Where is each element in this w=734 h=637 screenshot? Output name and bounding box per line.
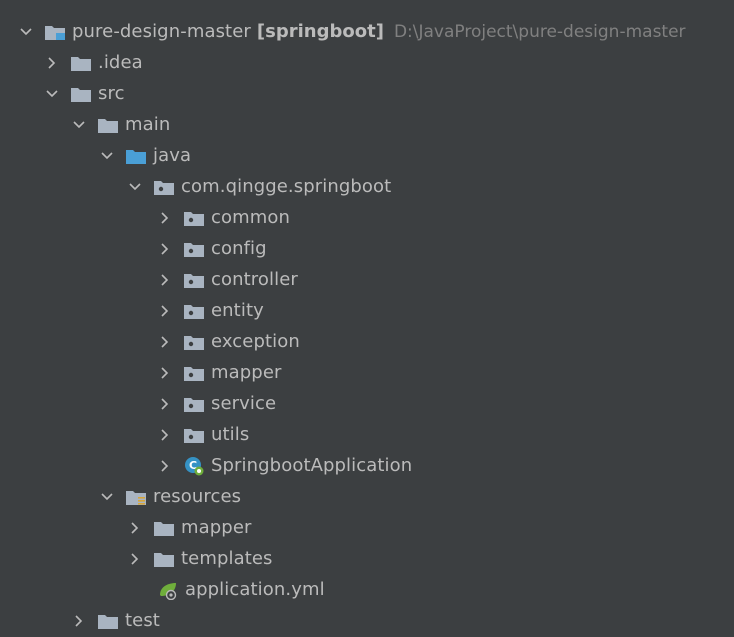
- chevron-right-icon[interactable]: [157, 334, 173, 350]
- tree-row-resources[interactable]: resources: [99, 481, 241, 512]
- chevron-down-icon[interactable]: [71, 117, 87, 133]
- tree-row-templates[interactable]: templates: [127, 543, 273, 574]
- tree-label: test: [125, 610, 160, 631]
- package-icon: [183, 333, 205, 351]
- tree-row-application-yml[interactable]: application.yml: [131, 574, 325, 605]
- tree-label: resources: [153, 486, 242, 507]
- tree-row-test[interactable]: test: [71, 605, 160, 636]
- tree-label: src: [98, 83, 125, 104]
- chevron-right-icon[interactable]: [157, 427, 173, 443]
- tree-label: mapper: [181, 517, 252, 538]
- chevron-right-icon[interactable]: [127, 551, 143, 567]
- tree-label: .idea: [98, 52, 143, 73]
- package-icon: [153, 178, 175, 196]
- tree-row-controller[interactable]: controller: [157, 264, 298, 295]
- tree-row-springboot-application[interactable]: C SpringbootApplication: [157, 450, 412, 481]
- chevron-right-icon[interactable]: [157, 303, 173, 319]
- chevron-right-icon[interactable]: [157, 210, 173, 226]
- folder-icon: [153, 519, 175, 537]
- package-icon: [183, 209, 205, 227]
- chevron-right-icon[interactable]: [44, 55, 60, 71]
- tree-row-src[interactable]: src: [44, 78, 125, 109]
- folder-icon: [153, 550, 175, 568]
- tree-row-service[interactable]: service: [157, 388, 276, 419]
- tree-label: mapper: [211, 362, 282, 383]
- tree-label: main: [125, 114, 171, 135]
- tree-row-utils[interactable]: utils: [157, 419, 249, 450]
- package-icon: [183, 426, 205, 444]
- tree-row-entity[interactable]: entity: [157, 295, 264, 326]
- chevron-right-icon[interactable]: [127, 520, 143, 536]
- package-icon: [183, 240, 205, 258]
- tree-label: application.yml: [185, 579, 325, 600]
- folder-icon: [97, 116, 119, 134]
- source-folder-icon: [125, 147, 147, 165]
- tree-row-mapper-package[interactable]: mapper: [157, 357, 282, 388]
- root-path: D:\JavaProject\pure-design-master: [393, 21, 686, 42]
- tree-label: common: [211, 207, 290, 228]
- spring-class-icon: C: [183, 456, 205, 475]
- resources-folder-icon: [125, 488, 147, 506]
- chevron-down-icon[interactable]: [18, 24, 34, 40]
- chevron-right-icon[interactable]: [157, 272, 173, 288]
- tree-row-idea[interactable]: .idea: [44, 47, 143, 78]
- chevron-down-icon[interactable]: [99, 489, 115, 505]
- package-icon: [183, 302, 205, 320]
- tree-label: utils: [211, 424, 250, 445]
- tree-row-config[interactable]: config: [157, 233, 267, 264]
- package-icon: [183, 271, 205, 289]
- package-icon: [183, 395, 205, 413]
- chevron-down-icon[interactable]: [99, 148, 115, 164]
- chevron-down-icon[interactable]: [44, 86, 60, 102]
- chevron-right-icon[interactable]: [157, 458, 173, 474]
- tree-label: com.qingge.springboot: [181, 176, 392, 197]
- tree-row-root[interactable]: pure-design-master [springboot] D:\JavaP…: [18, 16, 686, 47]
- tree-label: exception: [211, 331, 300, 352]
- tree-row-java[interactable]: java: [99, 140, 191, 171]
- tree-row-common[interactable]: common: [157, 202, 290, 233]
- chevron-right-icon[interactable]: [157, 365, 173, 381]
- project-tree: pure-design-master [springboot] D:\JavaP…: [0, 0, 734, 637]
- chevron-down-icon[interactable]: [127, 179, 143, 195]
- tree-row-package-root[interactable]: com.qingge.springboot: [127, 171, 391, 202]
- chevron-right-icon[interactable]: [71, 613, 87, 629]
- tree-label: config: [211, 238, 267, 259]
- root-name: pure-design-master: [72, 21, 251, 42]
- folder-icon: [70, 54, 92, 72]
- folder-icon: [97, 612, 119, 630]
- spring-config-file-icon: [157, 581, 179, 600]
- package-icon: [183, 364, 205, 382]
- tree-label: entity: [211, 300, 264, 321]
- tree-label: SpringbootApplication: [211, 455, 413, 476]
- tree-label: templates: [181, 548, 273, 569]
- tree-row-mapper-resources[interactable]: mapper: [127, 512, 252, 543]
- tree-label: service: [211, 393, 277, 414]
- module-folder-icon: [44, 23, 66, 41]
- chevron-right-icon[interactable]: [157, 241, 173, 257]
- folder-icon: [70, 85, 92, 103]
- tree-label: java: [153, 145, 192, 166]
- root-module-tag: [springboot]: [256, 21, 384, 42]
- tree-label: controller: [211, 269, 298, 290]
- tree-row-main[interactable]: main: [71, 109, 170, 140]
- tree-row-exception[interactable]: exception: [157, 326, 300, 357]
- chevron-right-icon[interactable]: [157, 396, 173, 412]
